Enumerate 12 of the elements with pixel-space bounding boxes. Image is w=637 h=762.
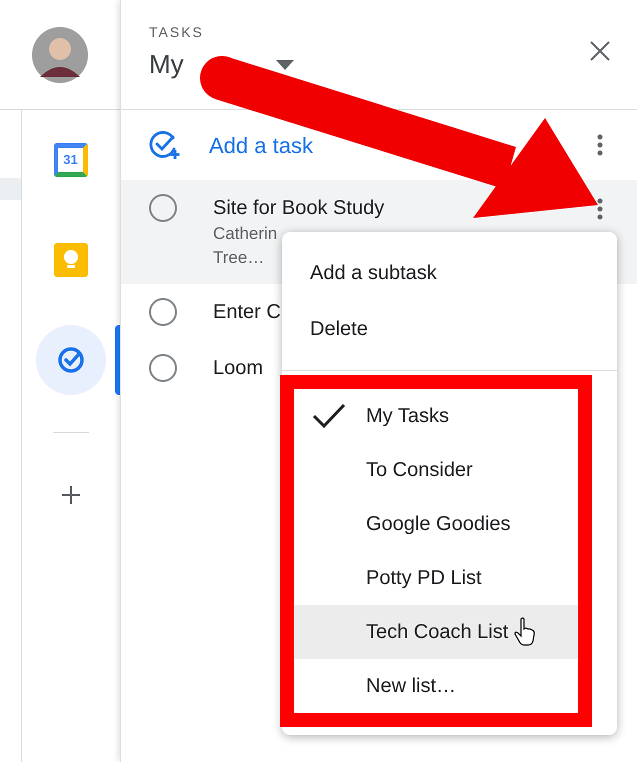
task-title: Loom [213,356,264,381]
task-title: Enter C [213,300,282,325]
task-note: Tree… [213,247,266,269]
list-name: Google Goodies [366,512,511,537]
list-name: To Consider [366,458,473,483]
list-name: My Tasks [366,404,449,429]
list-name: Tech Coach List [366,620,508,645]
panel-eyebrow: TASKS [149,23,205,42]
task-title: Site for Book Study [213,196,386,221]
list-name: New list… [366,674,456,699]
task-note: Catherin [213,223,278,245]
list-name: Potty PD List [366,566,482,591]
